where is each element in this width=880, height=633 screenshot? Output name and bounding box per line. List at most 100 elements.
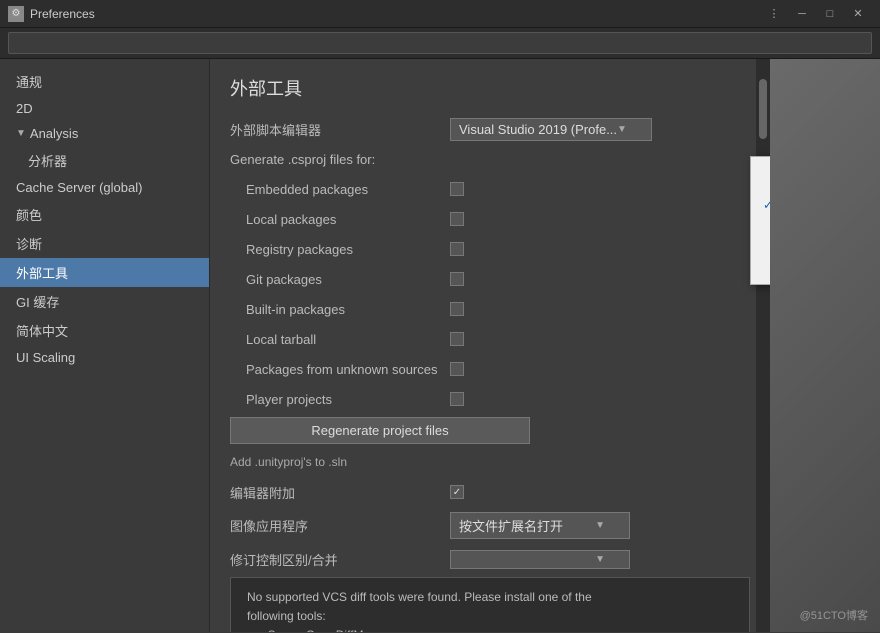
sidebar-item-diagnostics[interactable]: 诊断: [0, 229, 209, 258]
package-label-7: Player projects: [230, 392, 450, 407]
scrollbar[interactable]: [756, 59, 770, 632]
main-layout: 通规 2D ▼ Analysis 分析器 Cache Server (globa…: [0, 59, 880, 632]
dropdown-item-vs2019[interactable]: ✓ Visual Studio 2019 (Professional): [751, 184, 770, 226]
package-label-1: Local packages: [230, 212, 450, 227]
sidebar-label-gi-cache: GI 缓存: [16, 292, 59, 311]
search-input[interactable]: [8, 32, 872, 54]
sidebar-label-general: 通规: [16, 72, 42, 91]
sidebar-item-analyzer[interactable]: 分析器: [0, 146, 209, 175]
arrow-icon-analysis: ▼: [16, 128, 26, 139]
regenerate-row: Regenerate project files: [230, 417, 750, 444]
generate-label-row: Generate .csproj files for:: [230, 147, 750, 171]
window-controls: ⋮ ─ □ ✕: [760, 0, 872, 28]
sidebar-item-ui-scaling[interactable]: UI Scaling: [0, 345, 209, 370]
editor-addon-checkbox[interactable]: ✓: [450, 485, 464, 499]
image-app-row: 图像应用程序 按文件扩展名打开 ▼: [230, 512, 750, 539]
sidebar-label-external: 外部工具: [16, 263, 68, 282]
no-check-icon-2: [763, 232, 770, 247]
maximize-button[interactable]: □: [816, 0, 844, 28]
package-checkbox-1[interactable]: [450, 212, 464, 226]
sidebar-label-analyzer: 分析器: [28, 151, 67, 170]
package-row-7: Player projects: [230, 387, 750, 411]
sidebar-item-external[interactable]: 外部工具: [0, 258, 209, 287]
scrollbar-thumb[interactable]: [759, 79, 767, 139]
package-label-3: Git packages: [230, 272, 450, 287]
no-check-icon-0: [763, 163, 770, 178]
dropdown-item-vscode[interactable]: Visual Studio Code: [751, 226, 770, 253]
package-checkbox-4[interactable]: [450, 302, 464, 316]
vcs-text-area: No supported VCS diff tools were found. …: [230, 577, 750, 632]
sidebar-label-diagnostics: 诊断: [16, 234, 42, 253]
menu-button[interactable]: ⋮: [760, 0, 788, 28]
package-label-6: Packages from unknown sources: [230, 362, 450, 377]
app-icon: ⚙: [8, 6, 24, 22]
content-area: 外部工具 外部脚本编辑器 Visual Studio 2019 (Profe..…: [210, 59, 770, 632]
search-bar: [0, 28, 880, 59]
package-checkbox-6[interactable]: [450, 362, 464, 376]
package-checkbox-3[interactable]: [450, 272, 464, 286]
dropdown-item-open-by-ext[interactable]: Open by file extension: [751, 157, 770, 184]
editor-dropdown[interactable]: Visual Studio 2019 (Profe... ▼: [450, 118, 652, 141]
package-checkbox-7[interactable]: [450, 392, 464, 406]
sidebar-label-analysis: Analysis: [30, 126, 78, 141]
package-checkbox-0[interactable]: [450, 182, 464, 196]
sln-row: Add .unityproj's to .sln: [230, 450, 750, 474]
check-mark-icon-1: ✓: [763, 198, 770, 212]
sidebar-item-2d[interactable]: 2D: [0, 96, 209, 121]
package-label-2: Registry packages: [230, 242, 450, 257]
package-row-6: Packages from unknown sources: [230, 357, 750, 381]
package-label-0: Embedded packages: [230, 182, 450, 197]
sidebar: 通规 2D ▼ Analysis 分析器 Cache Server (globa…: [0, 59, 210, 632]
sidebar-label-2d: 2D: [16, 101, 33, 116]
sln-label: Add .unityproj's to .sln: [230, 455, 450, 469]
vcs-text-content: No supported VCS diff tools were found. …: [247, 590, 592, 632]
no-check-icon-3: [763, 261, 770, 276]
sidebar-label-cache: Cache Server (global): [16, 180, 142, 195]
dropdown-item-browse[interactable]: 浏览...: [751, 253, 770, 284]
image-app-dropdown[interactable]: 按文件扩展名打开 ▼: [450, 512, 630, 539]
package-row-0: Embedded packages: [230, 177, 750, 201]
right-panel-bg: [770, 59, 880, 632]
regenerate-button[interactable]: Regenerate project files: [230, 417, 530, 444]
package-label-5: Local tarball: [230, 332, 450, 347]
sidebar-label-ui-scaling: UI Scaling: [16, 350, 75, 365]
package-label-4: Built-in packages: [230, 302, 450, 317]
editor-dropdown-value: Visual Studio 2019 (Profe...: [459, 122, 617, 137]
window-title: Preferences: [30, 7, 760, 21]
image-app-dropdown-value: 按文件扩展名打开: [459, 516, 563, 535]
sidebar-item-chinese[interactable]: 简体中文: [0, 316, 209, 345]
package-row-4: Built-in packages: [230, 297, 750, 321]
editor-addon-row: 编辑器附加 ✓: [230, 480, 750, 504]
package-checkbox-5[interactable]: [450, 332, 464, 346]
package-checkbox-2[interactable]: [450, 242, 464, 256]
vcs-dropdown[interactable]: ▼: [450, 550, 630, 569]
right-panel: [770, 59, 880, 632]
sidebar-item-cache[interactable]: Cache Server (global): [0, 175, 209, 200]
package-row-2: Registry packages: [230, 237, 750, 261]
sidebar-item-color[interactable]: 颜色: [0, 200, 209, 229]
package-row-5: Local tarball: [230, 327, 750, 351]
image-app-dropdown-arrow-icon: ▼: [595, 520, 605, 531]
close-button[interactable]: ✕: [844, 0, 872, 28]
package-row-3: Git packages: [230, 267, 750, 291]
editor-addon-label: 编辑器附加: [230, 483, 450, 502]
title-bar: ⚙ Preferences ⋮ ─ □ ✕: [0, 0, 880, 28]
sidebar-label-color: 颜色: [16, 205, 42, 224]
sidebar-item-gi-cache[interactable]: GI 缓存: [0, 287, 209, 316]
vcs-dropdown-arrow-icon: ▼: [595, 554, 605, 565]
vcs-row: 修订控制区别/合并 ▼: [230, 547, 750, 571]
package-row-1: Local packages: [230, 207, 750, 231]
image-app-label: 图像应用程序: [230, 516, 450, 535]
minimize-button[interactable]: ─: [788, 0, 816, 28]
watermark: @51CTO博客: [800, 607, 868, 623]
generate-label: Generate .csproj files for:: [230, 152, 450, 167]
sidebar-item-analysis[interactable]: ▼ Analysis: [0, 121, 209, 146]
editor-row: 外部脚本编辑器 Visual Studio 2019 (Profe... ▼: [230, 117, 750, 141]
sidebar-item-general[interactable]: 通规: [0, 67, 209, 96]
editor-label: 外部脚本编辑器: [230, 120, 450, 139]
vcs-label: 修订控制区别/合并: [230, 550, 450, 569]
page-title: 外部工具: [230, 75, 750, 101]
sidebar-label-chinese: 简体中文: [16, 321, 68, 340]
editor-dropdown-popup: Open by file extension ✓ Visual Studio 2…: [750, 156, 770, 285]
content-inner: 外部工具 外部脚本编辑器 Visual Studio 2019 (Profe..…: [210, 59, 770, 632]
